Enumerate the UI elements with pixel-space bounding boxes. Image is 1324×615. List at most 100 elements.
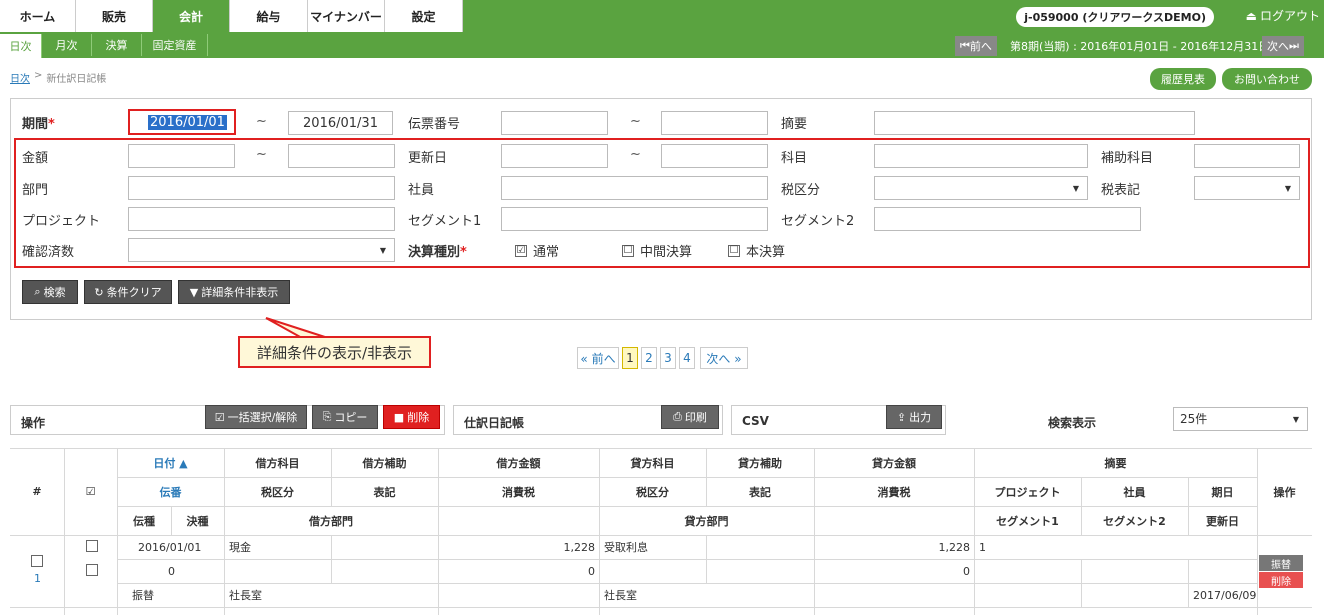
pagination-page-1[interactable]: 1 — [622, 347, 638, 369]
table-line — [10, 607, 1312, 608]
next-period-button[interactable]: 次へ ⏭ — [1262, 36, 1304, 56]
col-header-check[interactable]: ☑ — [64, 448, 117, 535]
contact-button[interactable]: お問い合わせ — [1222, 68, 1312, 90]
memo-input[interactable] — [874, 111, 1195, 135]
caret-down-icon: ▼ — [1072, 184, 1079, 193]
delete-button[interactable]: ■ 削除 — [383, 405, 440, 429]
breadcrumb-home[interactable]: 日次 — [10, 70, 30, 85]
cell-date: 2016/01/01 — [138, 540, 202, 554]
tax-select[interactable]: ▼ — [874, 176, 1088, 200]
col-header-due: 期日 — [1211, 485, 1234, 499]
subtab-fixed-assets[interactable]: 固定資産 — [142, 34, 208, 56]
settle-final-checkbox[interactable]: ☐ 本決算 — [728, 241, 785, 260]
clear-button[interactable]: ↻ 条件クリア — [84, 280, 172, 304]
journal-title: 仕訳日記帳 — [464, 416, 525, 430]
table-line — [10, 535, 1312, 536]
tab-payroll[interactable]: 給与 — [230, 0, 308, 32]
logout-label: ログアウト — [1259, 9, 1320, 23]
col-header-employee: 社員 — [1123, 485, 1146, 499]
print-button[interactable]: ⎙ 印刷 — [661, 405, 719, 429]
period-to-input[interactable]: 2016/01/31 — [288, 111, 393, 135]
col-header-credit-amount: 貸方金額 — [872, 456, 916, 470]
tax-notation-select[interactable]: ▼ — [1194, 176, 1300, 200]
tab-sales[interactable]: 販売 — [76, 0, 153, 32]
skip-forward-icon: ⏭ — [1289, 39, 1299, 52]
breadcrumb-separator: > — [34, 70, 43, 81]
slip-number-label: 伝票番号 — [408, 117, 461, 132]
col-header-credit-account: 貸方科目 — [630, 456, 675, 470]
amount-from-input[interactable] — [128, 144, 235, 168]
toggle-detail-button[interactable]: ▼ 詳細条件非表示 — [178, 280, 290, 304]
segment2-input[interactable] — [874, 207, 1141, 231]
col-header-slip[interactable]: 伝番 — [117, 477, 224, 506]
period-from-input[interactable]: 2016/01/01 — [128, 109, 236, 135]
prev-period-button[interactable]: ⏮ 前へ — [955, 36, 997, 56]
cell-ctax2: 0 — [963, 564, 970, 578]
row-select-checkbox[interactable] — [31, 555, 43, 570]
col-header-credit-dept: 貸方部門 — [684, 514, 729, 528]
updated-label: 更新日 — [408, 151, 448, 166]
table-line — [706, 535, 707, 583]
sub-account-label: 補助科目 — [1101, 151, 1154, 166]
skip-back-icon: ⏮ — [960, 39, 970, 52]
col-header-ctax2: 消費税 — [877, 485, 911, 499]
pagination-page-4[interactable]: 4 — [679, 347, 695, 369]
pagination-page-2[interactable]: 2 — [641, 347, 657, 369]
pagination-page-3[interactable]: 3 — [660, 347, 676, 369]
col-header-notation1: 表記 — [373, 485, 396, 499]
display-title: 検索表示 — [1048, 416, 1097, 430]
tab-settings[interactable]: 設定 — [385, 0, 463, 32]
line-checkbox[interactable] — [86, 564, 98, 579]
tilde-sep: ~ — [256, 114, 267, 129]
sub-account-input[interactable] — [1194, 144, 1300, 168]
display-count-select[interactable]: 25件 ▼ — [1173, 407, 1308, 431]
export-button[interactable]: ⇪ 出力 — [886, 405, 942, 429]
amount-label: 金額 — [22, 151, 49, 166]
col-header-ctax1: 消費税 — [502, 485, 535, 499]
slip-from-input[interactable] — [501, 111, 608, 135]
breadcrumb: 日次 > 新仕訳日記帳 — [10, 70, 106, 85]
history-button[interactable]: 履歴見表 — [1150, 68, 1216, 90]
updated-from-input[interactable] — [501, 144, 608, 168]
amount-to-input[interactable] — [288, 144, 395, 168]
employee-input[interactable] — [501, 176, 768, 200]
col-header-date[interactable]: 日付 ▲ — [117, 448, 224, 477]
dept-input[interactable] — [128, 176, 395, 200]
row-number-link[interactable]: 1 — [34, 572, 41, 585]
settle-interim-checkbox[interactable]: ☐ 中間決算 — [622, 241, 692, 260]
pagination-next[interactable]: 次へ » — [700, 347, 748, 369]
slip-to-input[interactable] — [661, 111, 768, 135]
segment2-label: セグメント2 — [781, 214, 855, 229]
upload-icon: ⇪ — [896, 410, 907, 424]
breadcrumb-current: 新仕訳日記帳 — [46, 74, 107, 85]
row-delete-button[interactable]: 削除 — [1259, 572, 1303, 588]
subtab-monthly[interactable]: 月次 — [42, 34, 92, 56]
logout-link[interactable]: ⏏ ログアウト — [1246, 7, 1320, 24]
pagination-prev[interactable]: « 前へ — [577, 347, 619, 369]
transfer-button[interactable]: 振替 — [1259, 555, 1303, 571]
period-label: 期間* — [22, 117, 55, 132]
account-input[interactable] — [874, 144, 1088, 168]
project-input[interactable] — [128, 207, 395, 231]
select-all-button[interactable]: ☑ 一括選択/解除 — [205, 405, 307, 429]
updated-to-input[interactable] — [661, 144, 768, 168]
table-line — [117, 583, 1257, 584]
settle-type-label: 決算種別* — [408, 245, 467, 260]
copy-button[interactable]: ⎘ コピー — [312, 405, 378, 429]
tab-mynumber[interactable]: マイナンバー — [308, 0, 385, 32]
segment1-input[interactable] — [501, 207, 768, 231]
caret-down-icon: ▼ — [1284, 184, 1291, 193]
user-badge[interactable]: j-059000 (クリアワークスDEMO) — [1016, 7, 1214, 27]
line-checkbox[interactable] — [86, 540, 98, 555]
table-line — [331, 535, 332, 583]
col-header-debit-sub: 借方補助 — [362, 456, 407, 470]
subtab-daily[interactable]: 日次 — [0, 34, 42, 58]
tab-home[interactable]: ホーム — [0, 0, 76, 32]
subtab-settlement[interactable]: 決算 — [92, 34, 142, 56]
tab-accounting[interactable]: 会計 — [153, 0, 230, 32]
search-button[interactable]: ⌕ 検索 — [22, 280, 78, 304]
cell-debit-account: 現金 — [229, 541, 251, 554]
settle-normal-checkbox[interactable]: ☑ 通常 — [515, 241, 559, 260]
cell-credit-amount: 1,228 — [938, 540, 971, 554]
confirmed-select[interactable]: ▼ — [128, 238, 395, 262]
